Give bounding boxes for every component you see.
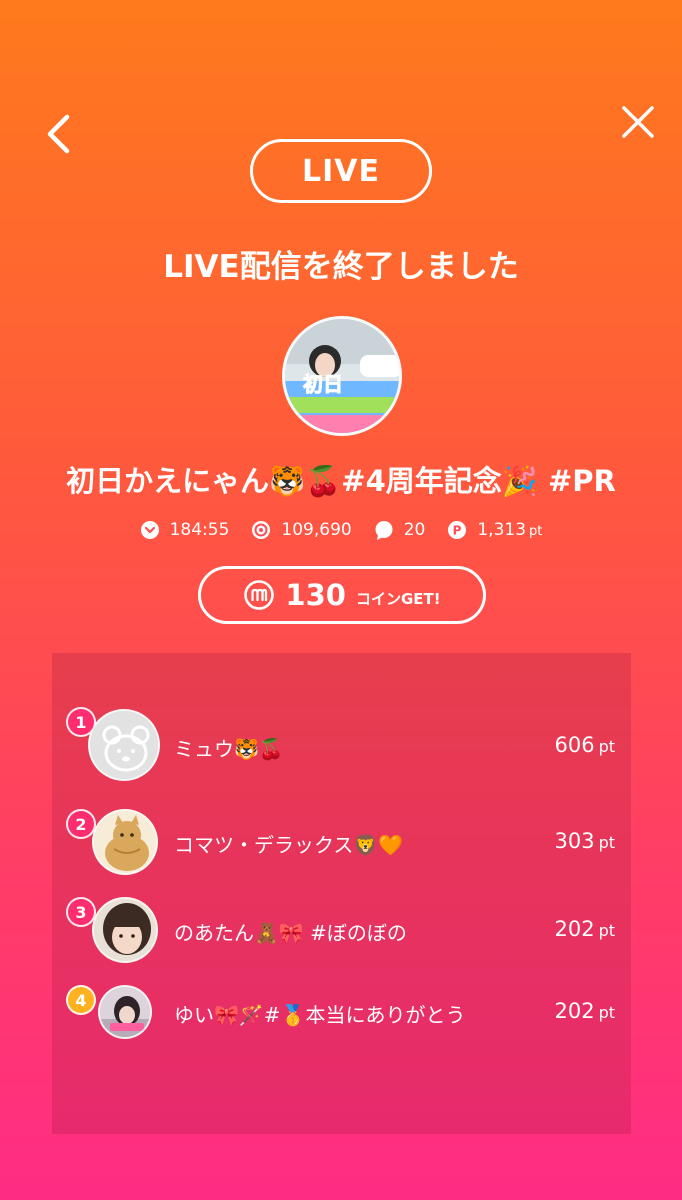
user-name: ミュウ🐯🍒 xyxy=(174,737,284,761)
photo-avatar-icon xyxy=(100,987,150,1037)
user-avatar[interactable] xyxy=(98,985,152,1039)
user-avatar[interactable] xyxy=(88,709,160,781)
user-points: 202 pt xyxy=(554,917,615,941)
views-icon xyxy=(251,520,271,540)
m-coin-icon xyxy=(243,579,275,611)
rank-badge: 3 xyxy=(66,897,96,927)
user-avatar[interactable] xyxy=(92,897,158,963)
coin-label: コインGET! xyxy=(355,589,441,608)
rank-badge: 4 xyxy=(66,985,96,1015)
photo-avatar-icon xyxy=(94,899,156,961)
coin-amount: 130 xyxy=(285,578,346,612)
stat-duration-value: 184:55 xyxy=(169,520,230,540)
stream-stats: 184:55 109,690 20 P 1,313 pt xyxy=(0,520,682,540)
chevron-left-icon xyxy=(47,114,70,154)
comment-icon xyxy=(374,520,394,540)
rank-badge: 1 xyxy=(66,707,96,737)
user-points: 606 pt xyxy=(554,733,615,757)
ranking-row[interactable]: 3 のあたん🧸🎀 #ぼのぼの 202 pt xyxy=(52,897,631,977)
stat-views-value: 109,690 xyxy=(281,520,352,540)
stat-comments-value: 20 xyxy=(403,520,426,540)
ranking-row[interactable]: 2 コマツ・デラックス🦁🧡 303 pt xyxy=(52,809,631,889)
rank-badge: 2 xyxy=(66,809,96,839)
default-bear-avatar-icon xyxy=(90,711,158,779)
close-button[interactable] xyxy=(616,100,660,144)
user-name: コマツ・デラックス🦁🧡 xyxy=(174,833,404,857)
close-icon xyxy=(622,106,654,138)
back-button[interactable] xyxy=(38,112,78,156)
stat-points: P 1,313 pt xyxy=(447,520,542,540)
live-badge: LIVE xyxy=(250,139,432,203)
thumbnail-text: 初日 xyxy=(303,372,343,396)
user-name: のあたん🧸🎀 #ぼのぼの xyxy=(174,921,407,945)
live-badge-label: LIVE xyxy=(302,153,380,189)
ranking-row[interactable]: 4 ゆい🎀🪄#🥇本当にありがとう 202 pt xyxy=(52,985,631,1065)
svg-text:P: P xyxy=(453,524,462,538)
user-name: ゆい🎀🪄#🥇本当にありがとう xyxy=(174,1003,466,1027)
user-points: 202 pt xyxy=(554,999,615,1023)
stream-thumbnail: 初日 xyxy=(282,316,402,436)
stream-title: 初日かえにゃん🐯🍒#4周年記念🎉 #PR xyxy=(66,464,616,498)
cat-illustration-icon xyxy=(94,811,156,873)
stat-points-unit: pt xyxy=(529,524,543,539)
stream-ended-message: LIVE配信を終了しました xyxy=(163,249,519,285)
duration-icon xyxy=(140,520,160,540)
user-avatar[interactable] xyxy=(92,809,158,875)
stat-duration: 184:55 xyxy=(140,520,230,540)
ranking-list: 1 ミュウ🐯🍒 606 pt 2 コマツ・デラックス🦁🧡 303 pt 3 のあ… xyxy=(52,653,631,1134)
coin-reward-badge: 130 コインGET! xyxy=(198,566,486,624)
points-icon: P xyxy=(447,520,467,540)
stat-points-value: 1,313 xyxy=(477,520,527,540)
user-points: 303 pt xyxy=(554,829,615,853)
ranking-row[interactable]: 1 ミュウ🐯🍒 606 pt xyxy=(52,707,631,787)
stat-comments: 20 xyxy=(374,520,426,540)
stat-views: 109,690 xyxy=(251,520,352,540)
